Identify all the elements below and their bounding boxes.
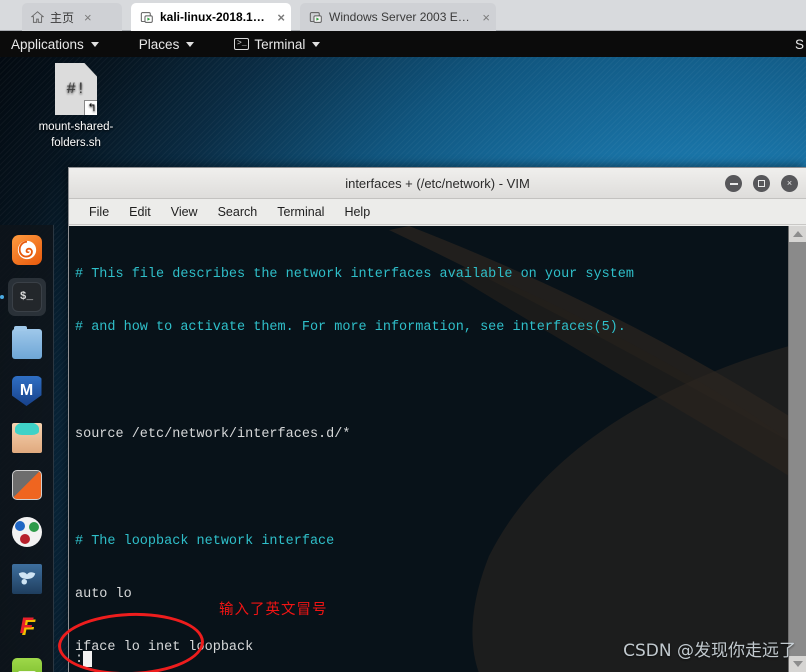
annotation-text: 输入了英文冒号 (219, 602, 328, 618)
vim-window: interfaces + (/etc/network) - VIM × File… (68, 167, 806, 672)
page-fold-icon (84, 63, 97, 77)
armitage-avatar-icon (11, 423, 42, 453)
vim-vertical-scrollbar[interactable] (788, 226, 806, 672)
csdn-watermark: CSDN @发现你走远了 (623, 641, 796, 661)
chevron-down-icon (312, 41, 321, 47)
browser-tab-home[interactable]: 主页 × (22, 3, 122, 31)
menu-edit[interactable]: Edit (119, 199, 161, 225)
dock-item-firefox[interactable] (8, 231, 46, 269)
shell-script-icon: #! ↰ (55, 63, 97, 115)
panel-menu-terminal[interactable]: >_ Terminal (223, 31, 331, 57)
folder-icon (11, 326, 42, 359)
firefox-icon (11, 235, 42, 265)
dock-item-maltego[interactable] (8, 654, 46, 672)
wireshark-icon (11, 517, 42, 547)
vim-line: # and how to activate them. For more inf… (75, 319, 626, 335)
dock-item-faraday[interactable]: F (8, 607, 46, 645)
vim-titlebar[interactable]: interfaces + (/etc/network) - VIM × (69, 168, 806, 199)
minimize-button[interactable] (725, 175, 742, 192)
terminal-icon: >_ (234, 38, 250, 50)
burpsuite-icon (11, 470, 42, 500)
tab-close-icon[interactable]: × (482, 11, 490, 24)
faraday-icon: F (19, 613, 34, 638)
places-label: Places (138, 36, 180, 52)
menu-view[interactable]: View (161, 199, 208, 225)
menu-search[interactable]: Search (208, 199, 268, 225)
dock-item-beef[interactable] (8, 560, 46, 598)
dock-item-files[interactable] (8, 325, 46, 363)
menu-terminal[interactable]: Terminal (267, 199, 334, 225)
screen-root: 主页 × kali-linux-2018.1-vm-am… × Windows … (0, 0, 806, 672)
favorites-dock: $_ M F (0, 225, 54, 672)
desktop-icon-label: mount-shared-folders.sh (38, 121, 114, 149)
gnome-top-panel: Applications Places >_ Terminal S (0, 31, 806, 57)
close-button[interactable]: × (781, 175, 798, 192)
chevron-down-icon (186, 41, 195, 47)
vim-line: source /etc/network/interfaces.d/* (75, 426, 351, 442)
menu-help[interactable]: Help (334, 199, 380, 225)
vim-menubar: File Edit View Search Terminal Help (69, 199, 806, 225)
vm-icon (140, 11, 153, 23)
panel-menu-places[interactable]: Places (128, 31, 206, 57)
vim-text-area[interactable]: # This file describes the network interf… (69, 226, 806, 672)
chevron-up-icon (793, 231, 803, 237)
tab-close-icon[interactable]: × (84, 11, 92, 24)
maltego-icon (11, 658, 42, 672)
metasploit-shield-icon: M (11, 376, 42, 406)
dock-item-burpsuite[interactable] (8, 466, 46, 504)
desktop-icon-mount-shared-folders[interactable]: #! ↰ mount-shared-folders.sh (34, 63, 118, 151)
window-controls: × (725, 168, 798, 199)
menu-file[interactable]: File (79, 199, 119, 225)
maximize-button[interactable] (753, 175, 770, 192)
vim-line (75, 372, 770, 390)
script-glyph: #! (66, 80, 86, 98)
browser-tab-label: Windows Server 2003 Enterpr… (329, 10, 473, 24)
browser-tab-kali[interactable]: kali-linux-2018.1-vm-am… × (131, 3, 291, 31)
terminal-label: Terminal (254, 36, 306, 52)
window-title: interfaces + (/etc/network) - VIM (345, 175, 530, 191)
browser-tab-label: kali-linux-2018.1-vm-am… (160, 10, 267, 24)
browser-tab-label: 主页 (50, 10, 75, 25)
shortcut-arrow-icon: ↰ (84, 100, 97, 115)
browser-tab-win2003[interactable]: Windows Server 2003 Enterpr… × (300, 3, 496, 31)
tab-close-icon[interactable]: × (277, 11, 285, 24)
browser-tabstrip: 主页 × kali-linux-2018.1-vm-am… × Windows … (0, 0, 806, 31)
panel-clock[interactable]: S (795, 31, 806, 57)
dock-item-metasploit[interactable]: M (8, 372, 46, 410)
panel-menu-applications[interactable]: Applications (0, 31, 110, 57)
vim-line: auto lo (75, 586, 132, 602)
beef-icon (11, 564, 42, 594)
vim-line (75, 479, 770, 497)
terminal-icon: $_ (11, 282, 42, 312)
chevron-down-icon (793, 661, 803, 667)
dock-item-terminal[interactable]: $_ (0, 278, 46, 316)
scroll-up-button[interactable] (789, 226, 806, 242)
dock-item-wireshark[interactable] (8, 513, 46, 551)
vm-icon (309, 11, 322, 23)
chevron-down-icon (90, 41, 99, 47)
applications-label: Applications (11, 36, 84, 52)
vim-line: # The loopback network interface (75, 533, 335, 549)
vim-line: # This file describes the network interf… (75, 266, 634, 282)
dock-item-armitage[interactable] (8, 419, 46, 457)
panel-clock-label: S (794, 36, 804, 52)
vim-buffer-lines: # This file describes the network interf… (75, 230, 770, 672)
home-icon (31, 10, 44, 23)
